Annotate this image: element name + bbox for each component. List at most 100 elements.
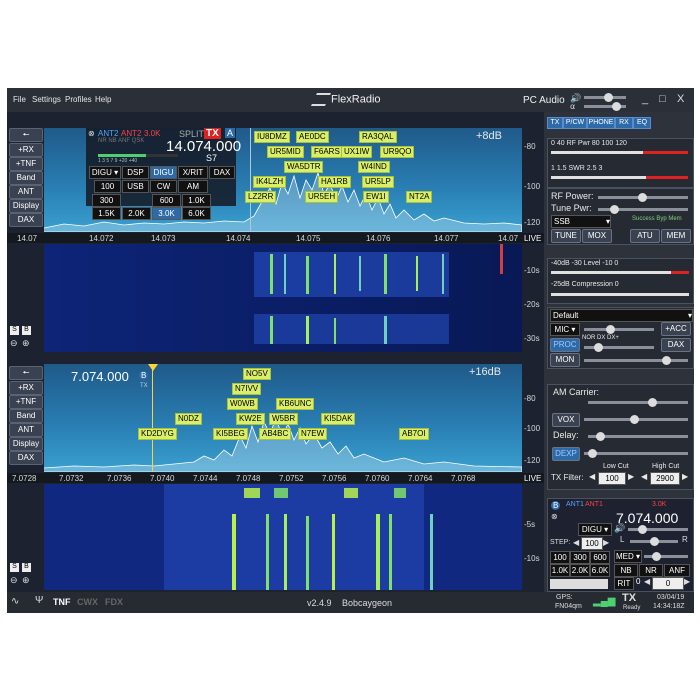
- spot-b[interactable]: N7EW: [298, 428, 328, 440]
- spot-b[interactable]: KD2DYG: [138, 428, 177, 440]
- agc-threshold-slider[interactable]: [644, 552, 688, 561]
- s-button-a[interactable]: S: [10, 326, 19, 335]
- mode-select-a[interactable]: DIGU ▾: [89, 166, 121, 179]
- slice-a-frequency[interactable]: 14.074.000: [166, 138, 241, 155]
- filter-100-a[interactable]: 100: [94, 180, 121, 193]
- spot-b[interactable]: W5BR: [269, 413, 299, 425]
- mic-level-slider[interactable]: [584, 325, 654, 334]
- spot-a[interactable]: WA5DTR: [284, 161, 324, 173]
- mode-am-a[interactable]: AM: [178, 180, 208, 193]
- mode-usb-a[interactable]: USB: [122, 180, 149, 193]
- tab-digu-a[interactable]: DIGU: [150, 166, 177, 179]
- spot-a[interactable]: EW1I: [363, 191, 389, 203]
- mode-cw-a[interactable]: CW: [150, 180, 177, 193]
- high-cut-input[interactable]: 2900: [650, 472, 680, 485]
- atu-button[interactable]: ATU: [630, 229, 660, 243]
- step-input[interactable]: 100: [581, 537, 603, 550]
- band-button-a[interactable]: Band: [9, 171, 43, 185]
- slice-b-frequency[interactable]: 7.074.000: [616, 510, 678, 526]
- spot-a[interactable]: UR5MID: [267, 146, 304, 158]
- filter-2k-b[interactable]: 2.0K: [570, 564, 590, 577]
- filter-600-b[interactable]: 600: [590, 551, 610, 564]
- slice-b-pan-slider[interactable]: [630, 537, 678, 546]
- tune-power-slider[interactable]: [598, 205, 688, 214]
- filter-100-b[interactable]: 100: [550, 551, 570, 564]
- menu-settings[interactable]: Settings: [32, 95, 61, 104]
- menu-help[interactable]: Help: [95, 95, 111, 104]
- vox-slider[interactable]: [584, 415, 688, 424]
- slice-b-mode-select[interactable]: DIGU ▾: [578, 523, 612, 536]
- spot-a[interactable]: IK4LZH: [253, 176, 287, 188]
- spot-b[interactable]: AB7OI: [399, 428, 429, 440]
- high-cut-increase[interactable]: ▶: [682, 472, 688, 481]
- rit-button-b[interactable]: RIT: [614, 577, 634, 590]
- rx-antenna-b[interactable]: ANT1: [566, 501, 584, 508]
- rx-antenna-a[interactable]: ANT2: [98, 129, 118, 138]
- zoom-out-icon-a[interactable]: ⊖: [10, 338, 18, 349]
- spot-b[interactable]: KI5BEG: [213, 428, 248, 440]
- filter-6k-a[interactable]: 6.0K: [182, 207, 211, 220]
- tab-eq[interactable]: EQ: [633, 117, 651, 129]
- spot-b[interactable]: AB4BC: [259, 428, 292, 440]
- add-tnf-button-a[interactable]: +TNF: [9, 157, 43, 171]
- close-icon[interactable]: ⊗: [88, 129, 95, 138]
- maximize-button[interactable]: □: [659, 93, 666, 105]
- pc-audio-volume-slider[interactable]: [584, 93, 626, 102]
- tab-xrit-a[interactable]: X/RIT: [178, 166, 208, 179]
- close-button[interactable]: X: [677, 93, 684, 105]
- tx-antenna-b[interactable]: ANT1: [585, 501, 603, 508]
- spot-a[interactable]: UR5EH: [305, 191, 339, 203]
- nb-button-b[interactable]: NB: [614, 564, 638, 577]
- tune-button[interactable]: TUNE: [551, 229, 581, 243]
- headphone-volume-slider[interactable]: [584, 102, 626, 111]
- add-rx-button-b[interactable]: +RX: [9, 381, 43, 395]
- filter-6k-b[interactable]: 6.0K: [590, 564, 610, 577]
- zoom-in-icon-b[interactable]: ⊕: [22, 575, 30, 586]
- waterfall-a[interactable]: [44, 244, 522, 352]
- minimize-button[interactable]: _: [642, 93, 648, 105]
- delay-slider[interactable]: [588, 432, 688, 441]
- mon-button[interactable]: MON: [550, 353, 580, 367]
- display-button-b[interactable]: Display: [9, 437, 43, 451]
- tab-pcw[interactable]: P/CW: [563, 117, 587, 129]
- spot-a[interactable]: IU8DMZ: [254, 131, 290, 143]
- spot-a[interactable]: F6ARS: [311, 146, 343, 158]
- spot-a[interactable]: RA3QAL: [359, 131, 397, 143]
- menu-file[interactable]: File: [13, 95, 26, 104]
- zoom-out-icon-b[interactable]: ⊖: [10, 575, 18, 586]
- display-button-a[interactable]: Display: [9, 199, 43, 213]
- tx-profile-select[interactable]: SSB ▾: [551, 215, 611, 228]
- tab-dax-a[interactable]: DAX: [209, 166, 235, 179]
- spot-b[interactable]: KB6UNC: [276, 398, 315, 410]
- rit-input-b[interactable]: 0: [652, 577, 684, 590]
- collapse-arrow-b[interactable]: 🠔: [9, 366, 43, 380]
- spot-a[interactable]: UX1IW: [341, 146, 373, 158]
- spot-a[interactable]: AE0DC: [296, 131, 329, 143]
- dexp-button[interactable]: DEXP: [552, 447, 580, 461]
- fdx-indicator[interactable]: FDX: [105, 597, 123, 607]
- spot-b[interactable]: NO5V: [243, 368, 271, 380]
- ant-button-b[interactable]: ANT: [9, 423, 43, 437]
- b-button-b[interactable]: B: [22, 563, 31, 572]
- spot-a[interactable]: UR9QO: [380, 146, 415, 158]
- s-button-b[interactable]: S: [10, 563, 19, 572]
- filter-1k-a[interactable]: 1.0K: [182, 194, 211, 207]
- band-button-b[interactable]: Band: [9, 409, 43, 423]
- spot-a[interactable]: NT2A: [406, 191, 433, 203]
- add-rx-button-a[interactable]: +RX: [9, 143, 43, 157]
- frequency-scale-a[interactable]: 14.07 14.072 14.073 14.074 14.075 14.076…: [7, 233, 544, 243]
- am-carrier-slider[interactable]: [588, 398, 688, 407]
- slice-b-frequency-flag[interactable]: 7.074.000: [71, 369, 129, 384]
- dexp-slider[interactable]: [584, 449, 688, 458]
- tab-tx[interactable]: TX: [547, 117, 563, 129]
- add-tnf-button-b[interactable]: +TNF: [9, 395, 43, 409]
- filter-3k-a[interactable]: 3.0K: [152, 207, 181, 220]
- nr-button-b[interactable]: NR: [639, 564, 663, 577]
- collapse-arrow-a[interactable]: 🠔: [9, 128, 43, 142]
- mic-profile-select[interactable]: Default ▾: [550, 309, 693, 322]
- spot-b[interactable]: N7IVV: [232, 383, 262, 395]
- step-increase[interactable]: ▶: [603, 538, 609, 547]
- mox-button[interactable]: MOX: [582, 229, 612, 243]
- spot-a[interactable]: HA1RB: [318, 176, 351, 188]
- dax-tx-button[interactable]: DAX: [661, 338, 691, 352]
